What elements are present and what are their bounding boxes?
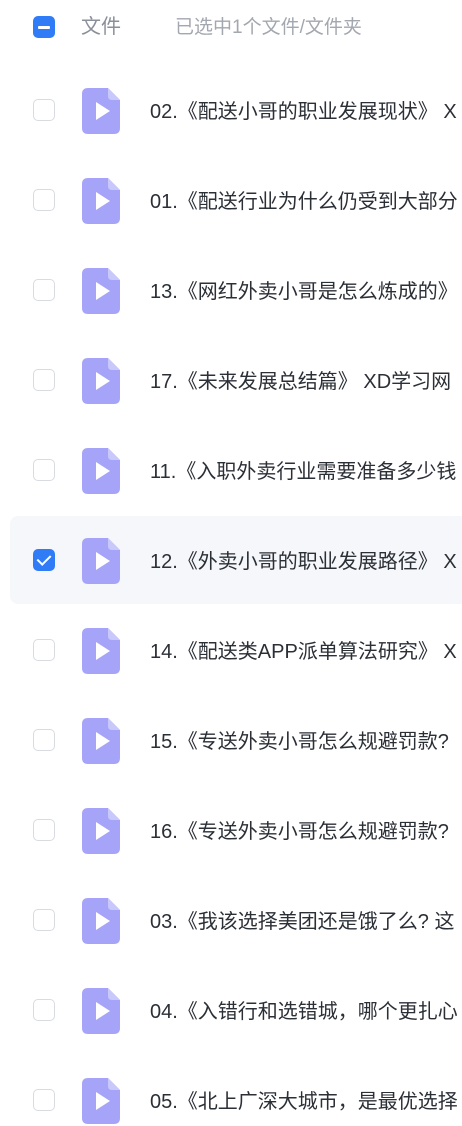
file-name[interactable]: 03.《我该选择美团还是饿了么? 这 <box>150 910 454 934</box>
video-file-icon <box>82 628 120 674</box>
video-file-icon <box>82 718 120 764</box>
video-file-icon <box>82 448 120 494</box>
file-row-checkbox[interactable] <box>33 1089 55 1111</box>
file-row[interactable]: 12.《外卖小哥的职业发展路径》 X <box>0 516 462 606</box>
file-row[interactable]: 04.《入错行和选错城，哪个更扎心 <box>0 966 462 1056</box>
file-row[interactable]: 16.《专送外卖小哥怎么规避罚款? <box>0 786 462 876</box>
file-name[interactable]: 16.《专送外卖小哥怎么规避罚款? <box>150 820 449 844</box>
file-list: 02.《配送小哥的职业发展现状》 X 01.《配送行业为什么仍受到大部分 13.《网… <box>0 66 462 1126</box>
file-row-checkbox[interactable] <box>33 639 55 661</box>
file-row-checkbox[interactable] <box>33 189 55 211</box>
file-name[interactable]: 02.《配送小哥的职业发展现状》 X <box>150 100 457 124</box>
check-icon <box>36 551 52 566</box>
file-row[interactable]: 13.《网红外卖小哥是怎么炼成的》 <box>0 246 462 336</box>
file-row[interactable]: 01.《配送行业为什么仍受到大部分 <box>0 156 462 246</box>
video-file-icon <box>82 808 120 854</box>
file-row[interactable]: 17.《未来发展总结篇》 XD学习网 <box>0 336 462 426</box>
minus-icon <box>38 26 50 29</box>
video-file-icon <box>82 538 120 584</box>
file-row[interactable]: 02.《配送小哥的职业发展现状》 X <box>0 66 462 156</box>
file-name[interactable]: 12.《外卖小哥的职业发展路径》 X <box>150 550 457 574</box>
file-row[interactable]: 03.《我该选择美团还是饿了么? 这 <box>0 876 462 966</box>
file-name[interactable]: 15.《专送外卖小哥怎么规避罚款? <box>150 730 449 754</box>
video-file-icon <box>82 358 120 404</box>
list-header: 文件 已选中1个文件/文件夹 <box>0 0 462 56</box>
select-all-checkbox[interactable] <box>33 16 55 38</box>
file-row-checkbox[interactable] <box>33 729 55 751</box>
video-file-icon <box>82 178 120 224</box>
file-row[interactable]: 11.《入职外卖行业需要准备多少钱 <box>0 426 462 516</box>
video-file-icon <box>82 268 120 314</box>
file-name[interactable]: 17.《未来发展总结篇》 XD学习网 <box>150 370 451 394</box>
column-header-file[interactable]: 文件 <box>81 15 121 39</box>
file-row-checkbox[interactable] <box>33 279 55 301</box>
file-name[interactable]: 13.《网红外卖小哥是怎么炼成的》 <box>150 280 458 304</box>
file-row-checkbox[interactable] <box>33 999 55 1021</box>
file-row-checkbox[interactable] <box>33 909 55 931</box>
video-file-icon <box>82 1078 120 1124</box>
file-row-checkbox[interactable] <box>33 99 55 121</box>
file-row-checkbox[interactable] <box>33 369 55 391</box>
selection-count-text: 已选中1个文件/文件夹 <box>175 17 362 38</box>
file-row[interactable]: 15.《专送外卖小哥怎么规避罚款? <box>0 696 462 786</box>
file-row-checkbox[interactable] <box>33 549 55 571</box>
video-file-icon <box>82 88 120 134</box>
file-name[interactable]: 05.《北上广深大城市，是最优选择 <box>150 1090 458 1114</box>
file-list-page: 文件 已选中1个文件/文件夹 02.《配送小哥的职业发展现状》 X 01.《配送行… <box>0 0 462 1126</box>
file-name[interactable]: 14.《配送类APP派单算法研究》 X <box>150 640 457 664</box>
file-name[interactable]: 11.《入职外卖行业需要准备多少钱 <box>150 460 456 484</box>
file-name[interactable]: 04.《入错行和选错城，哪个更扎心 <box>150 1000 458 1024</box>
file-row-checkbox[interactable] <box>33 459 55 481</box>
file-row[interactable]: 05.《北上广深大城市，是最优选择 <box>0 1056 462 1126</box>
file-row[interactable]: 14.《配送类APP派单算法研究》 X <box>0 606 462 696</box>
video-file-icon <box>82 988 120 1034</box>
video-file-icon <box>82 898 120 944</box>
file-row-checkbox[interactable] <box>33 819 55 841</box>
file-name[interactable]: 01.《配送行业为什么仍受到大部分 <box>150 190 458 214</box>
